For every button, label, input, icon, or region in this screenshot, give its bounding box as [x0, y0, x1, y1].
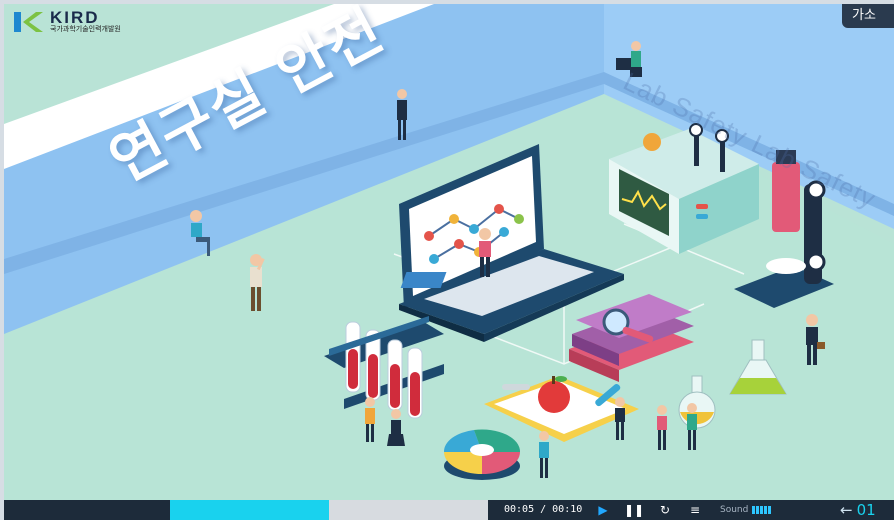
- logo-wordmark: KIRD: [50, 8, 100, 27]
- prev-arrow-icon[interactable]: ←: [840, 501, 853, 519]
- volume-bar: [756, 506, 760, 514]
- top-right-menu-button[interactable]: 가소: [842, 4, 894, 28]
- logo-org-name: 국가과학기술인력개발원: [50, 25, 121, 33]
- menu-icon[interactable]: ≡: [686, 500, 704, 520]
- lab-safety-illustration: [4, 4, 894, 500]
- logo-text-group: KIRD 국가과학기술인력개발원: [50, 8, 121, 34]
- progress-fill: [170, 500, 329, 520]
- time-display: 00:05 / 00:10: [504, 504, 583, 515]
- volume-bar: [768, 506, 772, 514]
- play-icon[interactable]: ▶: [594, 500, 612, 520]
- page-number: 01: [856, 501, 876, 519]
- volume-bar: [764, 506, 768, 514]
- pause-icon[interactable]: ❚❚: [624, 500, 644, 520]
- volume-level-icon[interactable]: [752, 506, 772, 514]
- progress-bar[interactable]: [4, 500, 488, 520]
- volume-bar: [760, 506, 764, 514]
- lesson-frame: Lab Safety Lab Safety 연구실 안전 KIRD 국가과학기술…: [4, 4, 894, 520]
- pie-chart-illustration: [443, 429, 521, 480]
- kird-logo: KIRD 국가과학기술인력개발원: [12, 8, 121, 34]
- replay-icon[interactable]: ↻: [656, 500, 674, 520]
- progress-buffer: [329, 500, 488, 520]
- sound-control[interactable]: Sound: [720, 500, 772, 520]
- volume-bar: [752, 506, 756, 514]
- sound-label: Sound: [720, 505, 749, 515]
- kird-logo-icon: [14, 12, 43, 32]
- page-navigation: ← 01: [840, 500, 876, 520]
